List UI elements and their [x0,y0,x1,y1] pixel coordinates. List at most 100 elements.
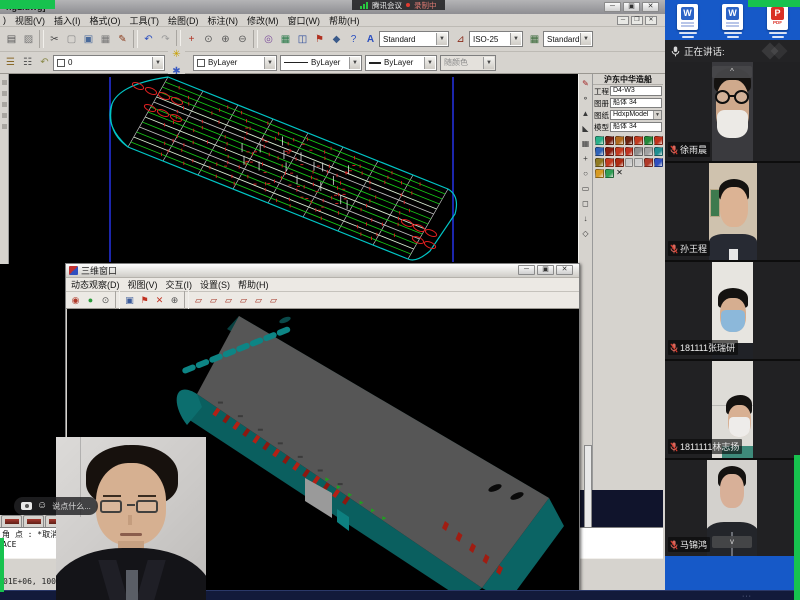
preview-icon[interactable]: ▨ [20,31,37,48]
panel-tool-icon[interactable] [654,147,663,156]
chevron-down-icon[interactable]: ▼ [264,57,275,69]
maximize-button[interactable]: ▣ [537,265,554,275]
menu-draw[interactable]: 绘图(D) [168,14,199,27]
square-icon[interactable]: ◻ [582,196,589,211]
hatch-icon[interactable]: ▦ [582,136,590,151]
camera-icon[interactable] [21,502,32,510]
dim-style-icon[interactable]: ⊿ [452,31,469,48]
zoom-plus-icon[interactable]: ⊕ [167,293,182,307]
cube-icon[interactable]: ▱ [251,293,266,307]
poly-icon[interactable]: ◇ [582,226,588,241]
menu-interact[interactable]: 交互(I) [166,278,193,291]
panel-tool-icon[interactable] [595,169,604,178]
close-button[interactable]: ✕ [642,2,659,12]
menu-tools[interactable]: 工具(T) [130,14,160,27]
block-icon[interactable]: ◆ [328,31,345,48]
orbit-icon[interactable]: ◉ [68,293,83,307]
triangle-icon[interactable]: ▲ [582,106,590,121]
participant-tile[interactable]: 1811111林志扬 [665,361,800,458]
minimize-button[interactable]: ─ [518,265,535,275]
panel-tool-icon[interactable] [634,147,643,156]
print-icon[interactable]: ▤ [3,31,20,48]
menu-view[interactable]: 视图(V) [15,14,45,27]
text-style-icon[interactable]: A [362,31,379,48]
layer-combo[interactable]: 0▼ [53,55,165,71]
arrow-icon[interactable]: ↓ [584,211,588,226]
make-object-layer-icon[interactable]: ✳ [168,46,185,63]
model-field[interactable]: 船体 34 [610,122,662,132]
circle-icon[interactable]: ○ [583,166,588,181]
viewer3d-titlebar[interactable]: 三维窗口 ─ ▣ ✕ [66,264,579,278]
tab-model[interactable] [1,515,22,527]
emoji-icon[interactable]: ☺ [37,501,47,511]
drawing-field[interactable]: HdxpModel▼ [610,110,662,120]
cad-titlebar[interactable]: ng1.dwg] ─ ▣ ✕ [0,0,665,14]
panel-tool-icon[interactable] [595,158,604,167]
flag-icon[interactable]: ⚑ [137,293,152,307]
panel-tool-icon[interactable] [605,158,614,167]
chevron-down-icon[interactable]: ▼ [152,57,163,69]
lineweight-combo[interactable]: ByLayer▼ [365,55,437,71]
zoom-realtime-icon[interactable]: ⊙ [200,31,217,48]
linetype-combo[interactable]: ByLayer▼ [280,55,362,71]
plus-icon[interactable]: + [583,151,588,166]
dim-style-combo[interactable]: ISO-25▼ [469,31,523,47]
panel-tool-icon[interactable] [625,136,634,145]
menu-view[interactable]: 视图(V) [128,278,158,291]
markup-icon[interactable]: ⚑ [311,31,328,48]
paste-icon[interactable]: ▦ [97,31,114,48]
cube-icon[interactable]: ▱ [236,293,251,307]
table-style-icon[interactable]: ▦ [526,31,543,48]
maximize-button[interactable]: ▣ [623,2,640,12]
color-combo[interactable]: ByLayer▼ [193,55,277,71]
zoom-window-icon[interactable]: ⊕ [217,31,234,48]
word-file-icon[interactable]: W [721,4,745,40]
menu-orbit[interactable]: 动态观察(D) [71,278,120,291]
menu-format[interactable]: 格式(O) [90,14,121,27]
chevron-down-icon[interactable]: ▼ [436,33,447,45]
chat-input-placeholder[interactable]: 说点什么... [52,501,91,512]
chevron-down-icon[interactable]: ▼ [424,57,435,69]
panel-tool-icon[interactable] [615,158,624,167]
pdf-file-icon[interactable]: P PDF [766,4,790,40]
panel-tool-icon[interactable] [595,136,604,145]
layer-properties-icon[interactable]: ☰ [2,54,19,71]
panel-tool-icon[interactable] [644,158,653,167]
globe-icon[interactable]: ● [83,293,98,307]
find-icon[interactable]: ◎ [260,31,277,48]
panel-tool-icon[interactable] [644,147,653,156]
mdi-minimize-button[interactable]: ─ [617,16,629,25]
panel-tool-icon[interactable] [634,136,643,145]
help-icon[interactable]: ? [345,31,362,48]
zoom-previous-icon[interactable]: ⊖ [234,31,251,48]
panel-tool-icon[interactable] [605,169,614,178]
participant-tile[interactable]: ^ 徐雨晨 [665,62,800,161]
chevron-down-icon[interactable]: ▼ [653,111,661,119]
zoom-icon[interactable]: ⊙ [98,293,113,307]
menu-settings[interactable]: 设置(S) [200,278,230,291]
meeting-chat-bar[interactable]: ☺ 说点什么... [14,497,98,515]
new-file-icon[interactable]: ▢ [63,31,80,48]
meeting-status-pill[interactable]: 腾讯会议 录制中 [352,0,445,10]
album-field[interactable]: 船体 34 [610,98,662,108]
menu-dimension[interactable]: 标注(N) [208,14,239,27]
mdi-close-button[interactable]: ✕ [645,16,657,25]
participant-tile[interactable]: v 马锦鸿 [665,460,800,556]
panel-tool-icon[interactable] [654,136,663,145]
panel-tool-icon[interactable] [615,136,624,145]
panel-tool-icon[interactable] [644,136,653,145]
cut-icon[interactable]: ✂ [46,31,63,48]
chevron-down-icon[interactable]: ▼ [349,57,360,69]
participant-tile[interactable]: 孙王程 [665,163,800,260]
text-style-combo[interactable]: Standard▼ [379,31,449,47]
chevron-down-icon[interactable]: ▼ [483,57,494,69]
table-style-combo[interactable]: Standard▼ [543,31,593,47]
panel-tool-icon[interactable] [615,147,624,156]
project-field[interactable]: D4-W3 [610,86,662,96]
panel-tool-icon[interactable] [625,147,634,156]
pencil-icon[interactable]: ✎ [114,31,131,48]
layer-previous-icon[interactable]: ↶ [36,54,53,71]
cube-icon[interactable]: ▱ [206,293,221,307]
monitor-icon[interactable]: ▣ [122,293,137,307]
close-x-icon[interactable]: ✕ [152,293,167,307]
